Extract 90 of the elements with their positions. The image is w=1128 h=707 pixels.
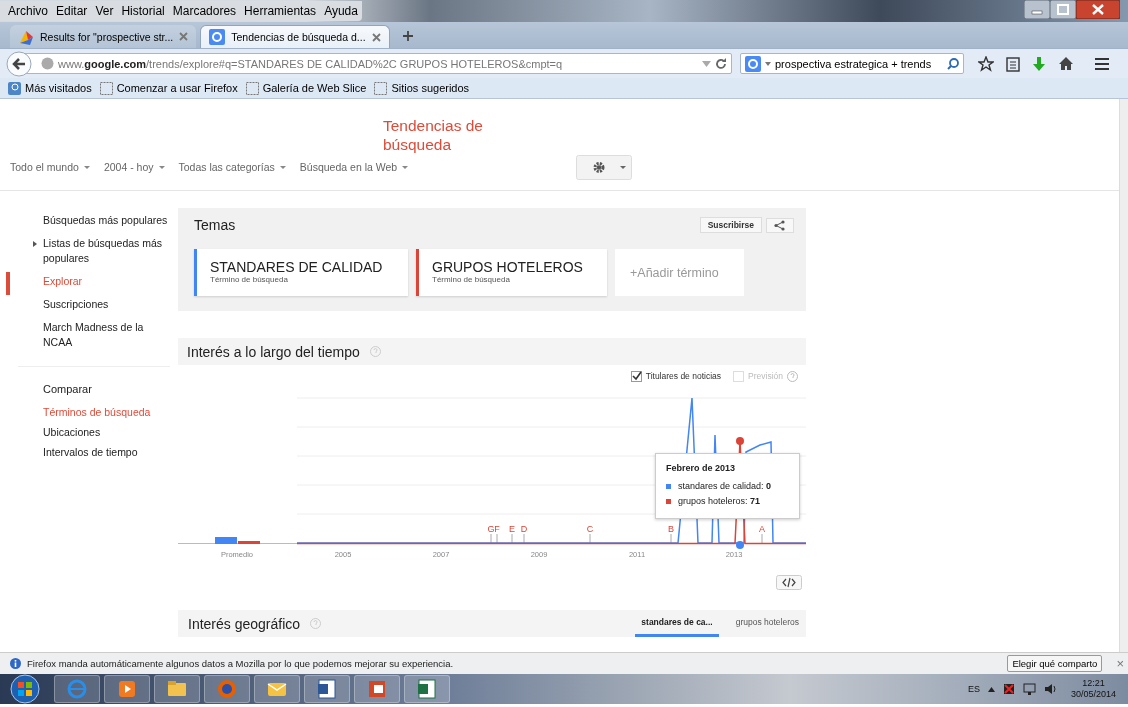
- sidebar-item[interactable]: Intervalos de tiempo: [0, 445, 170, 460]
- caret-icon: [158, 165, 165, 169]
- start-button[interactable]: [8, 674, 42, 704]
- bookmark-item[interactable]: Más visitados: [8, 81, 92, 95]
- filter-dropdown[interactable]: Todo el mundo: [10, 161, 90, 173]
- info-icon: [10, 658, 21, 669]
- share-button[interactable]: [766, 217, 794, 233]
- caret-icon: [402, 165, 409, 169]
- term-name: STANDARES DE CALIDAD: [210, 260, 384, 275]
- checkbox-label: Titulares de noticias: [645, 371, 722, 381]
- menu-item[interactable]: Herramientas: [240, 2, 321, 20]
- document-icon[interactable]: [316, 678, 338, 700]
- sidebar-item[interactable]: March Madness de la NCAA: [6, 318, 170, 356]
- sidebar-item[interactable]: Explorar: [6, 272, 170, 295]
- clipboard-icon[interactable]: [1006, 55, 1020, 72]
- embed-button[interactable]: [776, 575, 802, 590]
- term-card[interactable]: GRUPOS HOTELEROS Término de búsqueda: [416, 249, 607, 296]
- media-player-icon[interactable]: [116, 678, 138, 700]
- caret-icon: [279, 165, 286, 169]
- close-icon[interactable]: [179, 32, 189, 41]
- clock-date: 30/05/2014: [1070, 689, 1116, 700]
- search-engine-icon: [745, 55, 761, 72]
- presentation-icon[interactable]: [366, 678, 388, 700]
- browser-tab[interactable]: Results for "prospective str...: [10, 25, 197, 48]
- subscribe-button[interactable]: Suscribirse: [699, 217, 762, 233]
- checkbox-label: Previsión: [748, 371, 783, 381]
- page-title: Tendencias de búsqueda: [383, 116, 484, 154]
- language-indicator[interactable]: ES: [967, 684, 980, 694]
- settings-button[interactable]: [576, 154, 633, 180]
- bookmark-item[interactable]: Comenzar a usar Firefox: [99, 81, 238, 95]
- section-heading: Comparar: [42, 383, 93, 395]
- close-icon[interactable]: [371, 32, 381, 42]
- menu-item[interactable]: Historial: [117, 2, 169, 20]
- close-button[interactable]: ×: [1116, 656, 1124, 671]
- download-icon[interactable]: [1032, 55, 1046, 72]
- notification-text: Firefox manda automáticamente algunos datos a Mozilla por lo que podemos mejorar su experiencia.: [27, 658, 455, 669]
- page-icon: [374, 81, 388, 95]
- maximize-button[interactable]: [1050, 0, 1076, 19]
- speaker-icon[interactable]: [1043, 683, 1057, 695]
- browser-tab[interactable]: Tendencias de búsqueda d...: [200, 25, 390, 48]
- chevron-up-icon[interactable]: [987, 686, 995, 692]
- caret-icon: [83, 165, 90, 169]
- term-name: GRUPOS HOTELEROS: [432, 260, 584, 275]
- tooltip-value: grupos hoteleros: 71: [678, 496, 761, 506]
- region-tab[interactable]: grupos hoteleros: [732, 610, 802, 637]
- sidebar-item[interactable]: Suscripciones: [6, 295, 170, 318]
- page-icon: [99, 81, 113, 95]
- bookmark-item[interactable]: Galería de Web Slice: [245, 81, 367, 95]
- search-icon[interactable]: [947, 57, 959, 70]
- sidebar-item[interactable]: Búsquedas más populares: [6, 211, 170, 234]
- bookmark-item[interactable]: Sitios sugeridos: [374, 81, 470, 95]
- region-tab[interactable]: standares de ca...: [635, 610, 719, 637]
- filter-dropdown[interactable]: Todas las categorías: [178, 161, 286, 173]
- menu-icon[interactable]: [1094, 56, 1110, 71]
- sidebar-item[interactable]: Ubicaciones: [0, 425, 170, 440]
- triangle-icon: [33, 241, 37, 247]
- search-engine-icon: [209, 29, 226, 45]
- menu-item[interactable]: Editar: [52, 2, 92, 20]
- tooltip-title: Febrero de 2013: [666, 463, 737, 473]
- tooltip-value: standares de calidad: 0: [678, 481, 772, 491]
- panel-title: Interés geográfico: [188, 615, 301, 632]
- term-type: Término de búsqueda: [432, 275, 511, 284]
- search-field[interactable]: prospectiva estrategica + trends: [740, 53, 964, 74]
- term-type: Término de búsqueda: [210, 275, 289, 284]
- data-point: [736, 541, 744, 549]
- menu-item[interactable]: Ayuda: [320, 2, 362, 20]
- reload-icon[interactable]: [715, 57, 727, 70]
- page-icon: [245, 81, 259, 95]
- close-button[interactable]: [1076, 0, 1120, 19]
- dropdown-icon: [765, 61, 771, 66]
- panel-title: Interés a lo largo del tiempo: [187, 343, 360, 360]
- star-icon[interactable]: [978, 55, 994, 72]
- panel-title: Temas: [194, 217, 237, 233]
- filter-dropdown[interactable]: Búsqueda en la Web: [299, 161, 409, 173]
- magnifier-icon: [8, 81, 21, 95]
- pinwheel-icon: [18, 28, 34, 45]
- back-button[interactable]: [6, 50, 32, 77]
- menu-item[interactable]: Archivo: [4, 2, 52, 20]
- share-choice-button[interactable]: Elegir qué comparto: [1007, 655, 1103, 672]
- menu-item[interactable]: Marcadores: [168, 2, 241, 20]
- filter-dropdown[interactable]: 2004 - hoy: [103, 161, 165, 173]
- sidebar-item[interactable]: Términos de búsqueda: [0, 405, 170, 420]
- clock-time: 12:21: [1082, 678, 1105, 689]
- term-card[interactable]: STANDARES DE CALIDAD Término de búsqueda: [194, 249, 408, 296]
- sidebar-item[interactable]: Listas de búsquedas más populares: [6, 234, 170, 272]
- spreadsheet-icon[interactable]: [416, 678, 438, 700]
- home-icon[interactable]: [1058, 56, 1074, 71]
- checkbox[interactable]: [630, 370, 642, 382]
- menu-item[interactable]: Ver: [91, 2, 118, 20]
- data-point: [736, 437, 744, 445]
